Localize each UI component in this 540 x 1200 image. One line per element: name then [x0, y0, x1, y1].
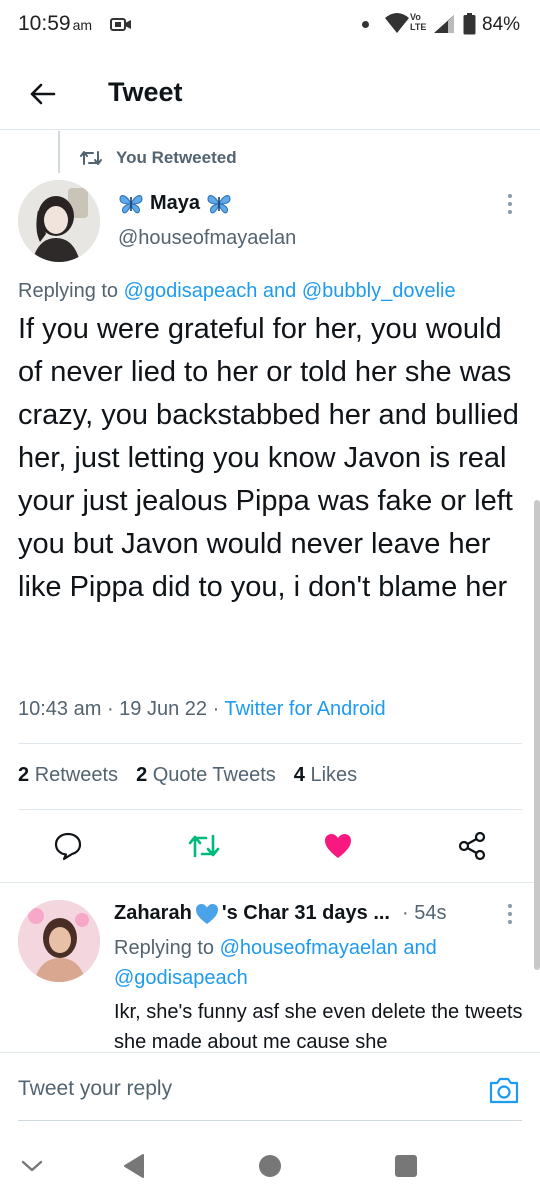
reply-author-name-suffix: 's Char 31 days ... — [221, 902, 390, 924]
like-button[interactable] — [322, 830, 354, 862]
share-button[interactable] — [456, 830, 488, 862]
reply-button[interactable] — [52, 830, 84, 862]
divider — [18, 743, 522, 744]
reply-input[interactable]: Tweet your reply — [18, 1077, 172, 1101]
retweet-icon — [188, 834, 220, 858]
replying-prefix: Replying to — [18, 280, 119, 302]
blue-heart-emoji-icon — [195, 903, 218, 924]
avatar-photo — [18, 180, 100, 262]
replying-to: Replying to @godisapeach and @bubbly_dov… — [18, 280, 456, 303]
reply-bubble-icon — [54, 832, 82, 861]
scrollbar[interactable] — [534, 500, 540, 970]
status-time-value: 10:59 — [18, 12, 71, 35]
retweet-context: You Retweeted — [80, 148, 237, 168]
reply-header[interactable]: Zaharah 's Char 31 days ... · 54s — [114, 902, 494, 925]
reply-replying-to: Replying to @houseofmayaelan and @godisa… — [114, 933, 514, 993]
reply-avatar[interactable] — [18, 900, 100, 982]
retweets-stat[interactable]: 2 Retweets — [18, 764, 118, 787]
tweet-timestamp: 10:43 am · 19 Jun 22 · Twitter for Andro… — [18, 698, 386, 720]
likes-label: Likes — [310, 764, 358, 786]
quote-count: 2 — [136, 764, 148, 786]
tweet-date: 19 Jun 22 — [119, 698, 208, 720]
notification-dot — [362, 21, 369, 28]
back-button[interactable] — [22, 74, 62, 114]
status-bar: 10:59 am Vo LTE 84% — [0, 0, 540, 52]
butterfly-emoji-icon — [119, 194, 143, 213]
more-vertical-icon[interactable] — [505, 192, 515, 216]
circle-home-icon — [259, 1155, 281, 1177]
chevron-down-icon — [21, 1160, 43, 1172]
system-nav-bar — [0, 1128, 540, 1200]
status-time-ampm: am — [72, 17, 93, 33]
retweet-context-label: You Retweeted — [116, 148, 237, 167]
square-recents-icon — [395, 1155, 417, 1177]
tweet-actions — [0, 830, 540, 866]
video-camera-icon — [110, 18, 131, 31]
reply-composer: Tweet your reply — [0, 1052, 540, 1121]
more-vertical-icon[interactable] — [505, 902, 515, 926]
nav-collapse-button[interactable] — [18, 1152, 46, 1180]
tweet-time: 10:43 am — [18, 698, 102, 720]
divider — [18, 809, 522, 810]
retweets-label: Retweets — [34, 764, 119, 786]
reply-text: Ikr, she's funny asf she even delete the… — [114, 1001, 523, 1051]
nav-home-button[interactable] — [256, 1152, 284, 1180]
tweet-text: If you were grateful for her, you would … — [18, 313, 519, 603]
reply-author-name: Zaharah — [114, 902, 192, 924]
share-icon — [458, 831, 486, 861]
tweet-stats: 2 Retweets 2 Quote Tweets 4 Likes — [18, 764, 357, 787]
replying-and: and — [262, 280, 297, 302]
battery-percent: 84% — [482, 14, 521, 35]
tweet-source-link[interactable]: Twitter for Android — [224, 698, 385, 720]
nav-back-button[interactable] — [120, 1152, 148, 1180]
replying-and: and — [403, 937, 437, 959]
heart-icon — [325, 834, 351, 858]
network-label: Vo LTE — [410, 12, 427, 32]
reply-time: 54s — [414, 902, 447, 924]
quote-tweets-stat[interactable]: 2 Quote Tweets — [136, 764, 276, 787]
arrow-left-icon — [30, 83, 56, 105]
page-title: Tweet — [108, 77, 183, 107]
top-app-bar: Tweet — [0, 60, 540, 130]
quote-label: Quote Tweets — [152, 764, 276, 786]
likes-count: 4 — [293, 764, 305, 786]
author-handle[interactable]: @houseofmayaelan — [118, 227, 296, 250]
signal-icon — [434, 15, 454, 33]
retweet-button[interactable] — [188, 830, 220, 862]
replying-user-link[interactable]: @godisapeach — [114, 967, 248, 989]
author-name-row[interactable]: Maya — [118, 192, 232, 215]
retweets-count: 2 — [18, 764, 30, 786]
divider — [0, 882, 540, 883]
avatar[interactable] — [18, 180, 100, 262]
status-time: 10:59 am — [18, 12, 92, 36]
replying-user-link[interactable]: @houseofmayaelan — [220, 937, 398, 959]
reply-avatar-photo — [18, 900, 100, 982]
nav-recents-button[interactable] — [392, 1152, 420, 1180]
thread-line — [58, 131, 60, 173]
wifi-icon — [385, 13, 409, 33]
author-name: Maya — [150, 192, 201, 214]
replying-prefix: Replying to — [114, 937, 215, 959]
butterfly-emoji-icon — [207, 194, 231, 213]
divider — [18, 1120, 522, 1121]
replying-user-link[interactable]: @godisapeach — [124, 280, 258, 302]
replying-user-link[interactable]: @bubbly_dovelie — [302, 280, 456, 302]
triangle-back-icon — [124, 1154, 144, 1178]
retweet-icon — [80, 151, 102, 165]
camera-icon[interactable] — [488, 1075, 520, 1105]
battery-icon — [463, 13, 476, 35]
likes-stat[interactable]: 4 Likes — [294, 764, 357, 787]
